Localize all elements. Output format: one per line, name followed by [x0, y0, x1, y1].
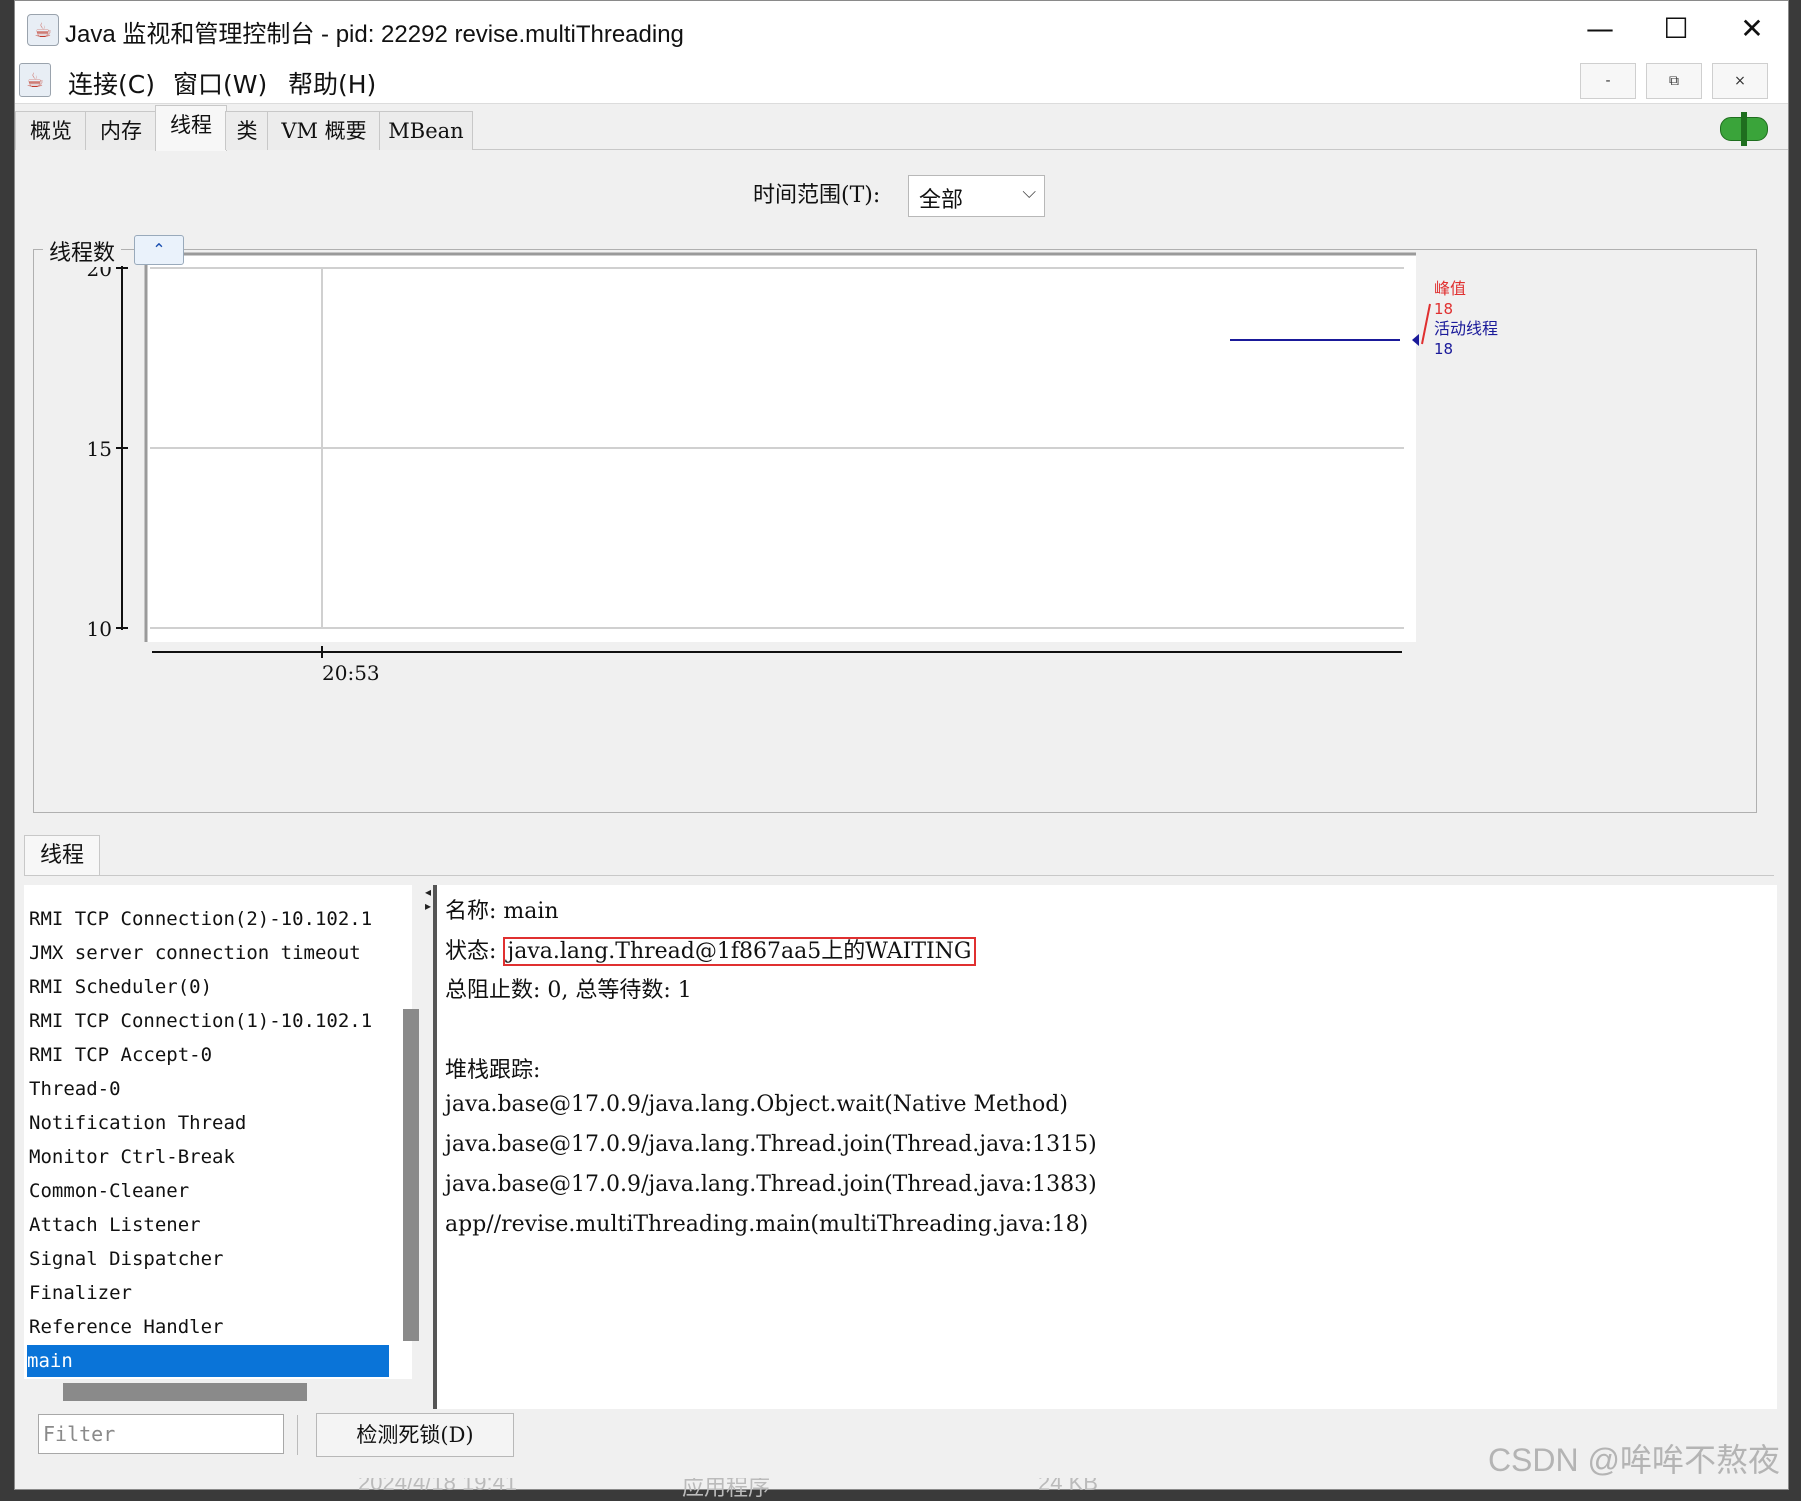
chart-panel-title: 线程数 [43, 235, 122, 267]
thread-list-item[interactable]: Signal Dispatcher [29, 1243, 391, 1275]
menu-connection[interactable]: 连接(C) [68, 65, 155, 101]
thread-list-item[interactable]: RMI TCP Connection(1)-10.102.1 [29, 1005, 391, 1037]
thread-counts-line: 总阻止数: 0, 总等待数: 1 [445, 978, 692, 1003]
maximize-button[interactable]: ☐ [1646, 9, 1706, 49]
thread-state-label: 状态: [445, 939, 504, 964]
thread-detail: 名称: main 状态: java.lang.Thread@1f867aa5上的… [437, 885, 1777, 1409]
thread-list-item[interactable]: Thread-0 [29, 1073, 391, 1105]
thread-list-item[interactable]: main [27, 1345, 389, 1377]
stack-frame: java.base@17.0.9/java.lang.Thread.join(T… [445, 1132, 1097, 1157]
thread-list-item[interactable]: JMX server connection timeout [29, 937, 391, 969]
stack-frame: java.base@17.0.9/java.lang.Thread.join(T… [445, 1172, 1097, 1197]
thread-list-item[interactable]: Finalizer [29, 1277, 391, 1309]
peak-marker [1421, 303, 1431, 345]
tab-memory[interactable]: 内存 [85, 111, 157, 150]
double-chevron-up-icon[interactable]: ⌃ [134, 235, 184, 265]
tab-overview[interactable]: 概览 [15, 111, 87, 150]
inner-minimize-button[interactable]: - [1580, 63, 1636, 99]
thread-filter-input[interactable] [38, 1414, 284, 1454]
file-type: 应用程序 [682, 1478, 771, 1500]
stack-frame: java.base@17.0.9/java.lang.Object.wait(N… [445, 1092, 1068, 1117]
thread-list[interactable]: RMI TCP Connection(2)-10.102.1 JMX server… [24, 885, 412, 1379]
x-tick-label: 20:53 [322, 661, 380, 685]
thread-count-panel: 20 15 10 20:53 峰值 18 活动线程 18 [33, 249, 1757, 813]
time-range-label: 时间范围(T): [753, 183, 881, 208]
jconsole-window: ☕ Java 监视和管理控制台 - pid: 22292 revise.mult… [14, 0, 1789, 1490]
thread-list-hscroll[interactable] [63, 1383, 307, 1401]
thread-count-chart: 20151020:53峰值18活动线程18 [87, 252, 1498, 685]
divider [297, 1415, 298, 1455]
thread-list-item[interactable]: Attach Listener [29, 1209, 391, 1241]
window-title: Java 监视和管理控制台 - pid: 22292 revise.multiT… [65, 21, 684, 48]
stack-frame: app//revise.multiThreading.main(multiThr… [445, 1212, 1089, 1237]
menu-window[interactable]: 窗口(W) [173, 65, 267, 101]
legend-peak-value: 18 [1434, 300, 1453, 318]
background-file-row: 2024/4/18 19:41 应用程序 24 KB [0, 1478, 1801, 1501]
thread-state-line: 状态: java.lang.Thread@1f867aa5上的WAITING [445, 933, 976, 966]
tab-vm-summary[interactable]: VM 概要 [267, 111, 381, 150]
tab-mbean[interactable]: MBean [379, 111, 473, 150]
tab-threads[interactable]: 线程 [155, 105, 227, 151]
legend-peak-label: 峰值 [1434, 279, 1466, 298]
inner-restore-button[interactable]: ⧉ [1646, 63, 1702, 99]
time-range-select[interactable]: 全部 ⌵ [908, 175, 1045, 217]
thread-list-item[interactable]: RMI Scheduler(0) [29, 971, 391, 1003]
title-bar[interactable]: ☕ Java 监视和管理控制台 - pid: 22292 revise.mult… [15, 1, 1788, 59]
thread-list-item[interactable]: RMI TCP Connection(2)-10.102.1 [29, 903, 391, 935]
y-tick-label: 15 [87, 437, 112, 461]
file-size: 24 KB [1038, 1478, 1098, 1495]
tab-classes[interactable]: 类 [225, 111, 269, 150]
java-coffee-icon[interactable]: ☕ [27, 14, 59, 46]
time-range-value: 全部 [919, 188, 964, 213]
detect-deadlock-button[interactable]: 检测死锁(D) [316, 1413, 514, 1457]
thread-list-item[interactable]: Common-Cleaner [29, 1175, 391, 1207]
thread-list-item[interactable]: RMI TCP Accept-0 [29, 1039, 391, 1071]
close-button[interactable]: ✕ [1722, 9, 1782, 49]
inner-close-button[interactable]: × [1712, 63, 1768, 99]
split-arrows-icon[interactable]: ◂ ▸ [425, 885, 435, 913]
watermark: CSDN @哞哞不熬夜 [1487, 1442, 1780, 1478]
thread-list-vscroll[interactable] [403, 1009, 419, 1341]
tab-bar: 概览 内存 线程 类 VM 概要 MBean [15, 103, 1788, 151]
java-coffee-icon[interactable]: ☕ [19, 63, 51, 97]
thread-name-line: 名称: main [445, 899, 559, 924]
stack-trace-header: 堆栈跟踪: [445, 1058, 541, 1083]
thread-list-item[interactable]: Notification Thread [29, 1107, 391, 1139]
thread-state-value: java.lang.Thread@1f867aa5上的WAITING [503, 937, 976, 966]
tab-thread-list[interactable]: 线程 [24, 835, 100, 876]
menu-help[interactable]: 帮助(H) [288, 65, 376, 101]
minimize-button[interactable]: — [1570, 9, 1630, 49]
menu-bar: ☕ 连接(C) 窗口(W) 帮助(H) - ⧉ × [15, 59, 1788, 104]
thread-list-item[interactable]: Reference Handler [29, 1311, 391, 1343]
chevron-down-icon: ⌵ [1022, 182, 1036, 203]
y-tick-label: 10 [87, 617, 112, 641]
connection-status-icon[interactable] [1720, 112, 1768, 146]
legend-active-value: 18 [1434, 340, 1453, 358]
legend-active-label: 活动线程 [1434, 319, 1498, 338]
thread-list-item[interactable]: Monitor Ctrl-Break [29, 1141, 391, 1173]
file-date: 2024/4/18 19:41 [358, 1478, 518, 1495]
